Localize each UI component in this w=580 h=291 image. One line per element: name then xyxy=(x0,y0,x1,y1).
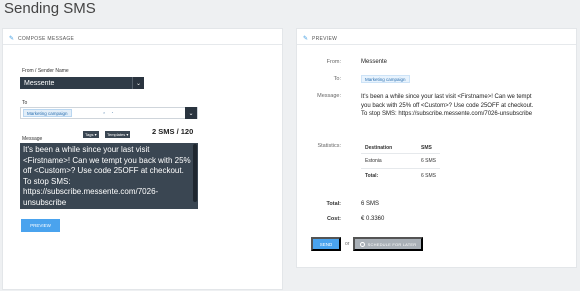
preview-recipient-chip-label: Marketing campaign xyxy=(365,76,406,82)
preview-from-label: From: xyxy=(326,59,341,65)
pencil-icon: ✎ xyxy=(303,35,309,42)
total-value: 6 SMS xyxy=(361,201,380,207)
chevron-down-icon: ▾ xyxy=(94,132,97,137)
table-header-row: Destination SMS xyxy=(361,143,440,153)
sms-counter: 2 SMS / 120 xyxy=(152,127,194,136)
sms-header: SMS xyxy=(421,144,432,151)
tags-button[interactable]: Tags ▾ xyxy=(83,131,99,138)
destination-cell: Total: xyxy=(361,167,417,183)
statistics-table: Destination SMS Estonia 6 SMS Total: 6 S… xyxy=(361,143,441,183)
page-title: Sending SMS xyxy=(4,0,96,17)
preview-header: ✎ PREVIEW xyxy=(297,29,576,45)
recipient-chip[interactable]: Marketing campaign xyxy=(23,109,72,117)
cost-label: Cost: xyxy=(326,216,341,222)
schedule-button-label: SCHEDULE FOR LATER xyxy=(367,241,417,247)
destination-cell: Estonia xyxy=(361,152,417,168)
destination-header: Destination xyxy=(365,144,393,151)
chevron-down-icon: ▾ xyxy=(126,132,129,137)
preview-message-line: you back with 25% off <Custom>? Use code… xyxy=(361,102,534,109)
compose-header: ✎ COMPOSE MESSAGE xyxy=(3,29,282,45)
send-button[interactable]: SEND xyxy=(311,237,341,251)
message-textarea[interactable]: It's been a while since your last visit … xyxy=(20,143,198,209)
clock-icon xyxy=(359,241,365,247)
preview-message-label: Message: xyxy=(317,93,341,99)
pencil-icon: ✎ xyxy=(9,35,15,42)
to-label: To xyxy=(22,100,28,106)
recipient-field[interactable]: Marketing campaign × ◔ ⌄ xyxy=(20,107,198,119)
preview-message-line: It's been a while since your last visit … xyxy=(361,94,532,100)
templates-button-label: Templates xyxy=(107,132,126,137)
templates-button[interactable]: Templates ▾ xyxy=(105,131,131,138)
preview-header-title: PREVIEW xyxy=(312,36,338,42)
group-icon[interactable]: ◔ xyxy=(111,110,113,115)
recipient-chip-label: Marketing campaign xyxy=(27,110,68,116)
preview-from-value: Messente xyxy=(361,59,388,65)
compose-header-title: COMPOSE MESSAGE xyxy=(18,36,75,42)
from-label: From / Sender Name xyxy=(22,68,69,74)
chevron-down-icon[interactable]: ⌄ xyxy=(132,77,144,89)
preview-message-line: To stop SMS: https://subscribe.messente.… xyxy=(361,111,533,117)
sender-select-value: Messente xyxy=(24,79,55,87)
table-row: Estonia 6 SMS xyxy=(361,152,441,168)
preview-button[interactable]: PREVIEW xyxy=(21,219,60,232)
statistics-label: Statistics: xyxy=(317,143,341,149)
tags-button-label: Tags xyxy=(85,132,94,137)
preview-recipient-chip: Marketing campaign xyxy=(361,75,410,83)
sender-select[interactable]: Messente ⌄ xyxy=(20,77,144,89)
chevron-down-icon[interactable]: ⌄ xyxy=(185,107,197,119)
total-label: Total: xyxy=(326,201,341,207)
cost-value: € 0.3360 xyxy=(361,216,385,222)
message-text: It's been a while since your last visit … xyxy=(23,145,191,207)
sms-cell: 6 SMS xyxy=(417,167,441,183)
preview-message: It's been a while since your last visit … xyxy=(361,93,573,119)
or-text: or xyxy=(345,241,350,247)
table-row: Total: 6 SMS xyxy=(361,167,441,183)
message-label: Message xyxy=(22,136,43,142)
textarea-scrollbar[interactable] xyxy=(193,144,197,202)
preview-to-label: To: xyxy=(333,76,341,82)
schedule-button[interactable]: SCHEDULE FOR LATER xyxy=(353,237,423,251)
remove-chip-icon[interactable]: × xyxy=(103,110,105,115)
sms-cell: 6 SMS xyxy=(417,152,441,168)
